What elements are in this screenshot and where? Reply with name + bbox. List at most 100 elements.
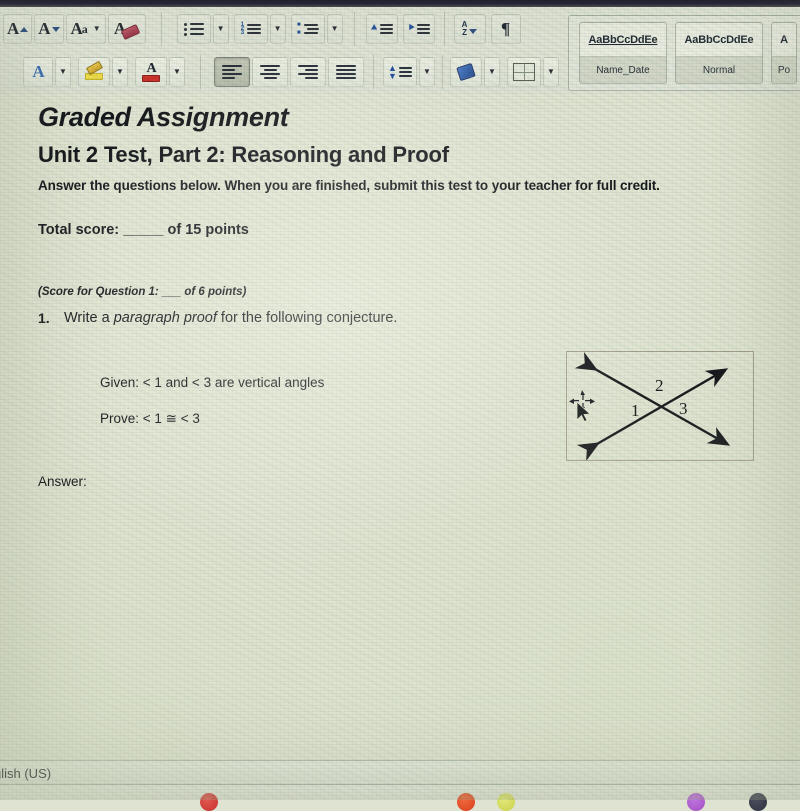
font-group-bottom: A ▼ ▼ A ▼ <box>22 57 186 87</box>
chevron-down-icon: ▼ <box>173 67 181 76</box>
highlighter-icon <box>85 60 103 80</box>
chevron-down-icon: ▼ <box>488 67 496 76</box>
svg-text:3: 3 <box>679 399 688 418</box>
chevron-down-icon: ▼ <box>116 67 124 76</box>
alignment-group <box>213 57 365 87</box>
total-score-text: Total score: _____ of 15 points <box>38 222 249 238</box>
indent-lines-2 <box>417 24 431 34</box>
align-right-icon <box>298 65 318 79</box>
style-item-po[interactable]: A Po <box>771 22 797 84</box>
style-name: Normal <box>676 56 762 83</box>
numbered-list-icon: 1 2 3 <box>240 22 262 36</box>
shading-borders-group: ▼ ▼ <box>449 57 560 87</box>
indent-group: ⯅ ⯈ <box>365 14 436 44</box>
chevron-down-icon[interactable]: ▼ <box>93 25 101 33</box>
svg-text:1: 1 <box>631 401 640 420</box>
triangle-down-icon <box>51 26 60 32</box>
sort-button[interactable]: A Z <box>453 14 486 44</box>
line-spacing-button[interactable]: ▲ ▼ <box>383 57 417 87</box>
clear-formatting-button[interactable]: A <box>107 14 146 44</box>
shading-button[interactable] <box>450 57 482 87</box>
multilevel-list-dropdown[interactable]: ▼ <box>326 14 343 44</box>
ribbon-divider-6 <box>442 55 443 89</box>
grow-font-button[interactable]: A <box>3 14 33 44</box>
ribbon: A A Aa ▼ A ▼ 1 2 3 ▼ ■ ■ ▼ ⯅ ⯈ A Z ¶ A ▼… <box>0 6 800 94</box>
align-center-button[interactable] <box>252 57 288 87</box>
text-effects-button[interactable]: A <box>23 57 53 87</box>
triangle-up-icon <box>20 26 29 32</box>
status-bar: glish (US) <box>0 760 800 785</box>
chevron-down-icon: ▼ <box>547 67 555 76</box>
ribbon-divider-4 <box>200 55 201 89</box>
line-spacing-dropdown[interactable]: ▼ <box>419 57 435 87</box>
spacing-group: ▲ ▼ ▼ <box>382 57 436 87</box>
numbering-button[interactable]: 1 2 3 <box>233 14 268 44</box>
numbering-dropdown[interactable]: ▼ <box>269 14 286 44</box>
app-icon-orange-red[interactable] <box>457 793 475 811</box>
styles-gallery: AaBbCcDdEe Name_Date AaBbCcDdEe Normal A… <box>568 15 800 91</box>
chevron-down-icon: ▼ <box>216 24 225 33</box>
change-case-button[interactable]: Aa ▼ <box>65 14 106 44</box>
screen-photo: A A Aa ▼ A ▼ 1 2 3 ▼ ■ ■ ▼ ⯅ ⯈ A Z ¶ A ▼… <box>0 0 800 811</box>
multilevel-list-icon: ■ ■ <box>297 22 319 36</box>
ribbon-divider-5 <box>373 55 374 89</box>
line-spacing-icon: ▲ ▼ <box>388 63 397 81</box>
app-icon-purple[interactable] <box>687 793 705 811</box>
style-item-name-date[interactable]: AaBbCcDdEe Name_Date <box>579 22 667 84</box>
document-canvas[interactable]: Graded Assignment Unit 2 Test, Part 2: R… <box>0 94 800 760</box>
given-statement: Given: < 1 and < 3 are vertical angles <box>100 375 325 390</box>
style-name: Name_Date <box>580 56 666 83</box>
svg-text:2: 2 <box>655 376 664 395</box>
question-text: Write a paragraph proof for the followin… <box>64 310 397 326</box>
sort-az-icon: A Z <box>461 20 468 37</box>
borders-icon <box>513 63 535 81</box>
font-color-dropdown[interactable]: ▼ <box>169 57 185 87</box>
style-sample: AaBbCcDdEe <box>588 33 658 46</box>
show-formatting-marks-button[interactable]: ¶ <box>490 14 521 44</box>
grow-font-icon: A <box>7 19 19 38</box>
app-icon-red[interactable] <box>200 793 218 811</box>
borders-button[interactable] <box>507 57 541 87</box>
change-case-icon: A <box>70 19 82 38</box>
font-color-button[interactable]: A <box>135 57 167 87</box>
bullets-dropdown[interactable]: ▼ <box>212 14 229 44</box>
chevron-down-icon: ▼ <box>273 24 282 33</box>
justify-icon <box>336 65 356 79</box>
question-text-italic: paragraph proof <box>113 310 217 326</box>
page-title: Graded Assignment <box>38 102 289 132</box>
increase-indent-button[interactable]: ⯈ <box>402 14 435 44</box>
shrink-font-button[interactable]: A <box>34 14 64 44</box>
question-text-before: Write a <box>64 310 114 326</box>
align-left-button[interactable] <box>214 57 250 87</box>
style-item-normal[interactable]: AaBbCcDdEe Normal <box>675 22 763 84</box>
language-status[interactable]: glish (US) <box>0 766 51 781</box>
justify-button[interactable] <box>328 57 364 87</box>
align-right-button[interactable] <box>290 57 326 87</box>
text-highlight-color-button[interactable] <box>78 57 110 87</box>
style-sample: AaBbCcDdEe <box>684 33 754 46</box>
shading-dropdown[interactable]: ▼ <box>484 57 500 87</box>
change-case-icon-small: a <box>81 21 88 36</box>
highlight-color-dropdown[interactable]: ▼ <box>112 57 128 87</box>
text-effects-dropdown[interactable]: ▼ <box>55 57 71 87</box>
borders-dropdown[interactable]: ▼ <box>543 57 559 87</box>
ribbon-divider-2 <box>353 12 355 46</box>
ribbon-row-bottom: A ▼ ▼ A ▼ ▲ ▼ ▼ ▼ ▼ <box>22 50 560 94</box>
ribbon-divider <box>160 12 162 46</box>
decrease-indent-button[interactable]: ⯅ <box>365 14 398 44</box>
page-subtitle: Unit 2 Test, Part 2: Reasoning and Proof <box>38 142 449 167</box>
app-icon-yellow[interactable] <box>497 793 515 811</box>
chevron-down-icon: ▼ <box>59 67 67 76</box>
taskbar <box>0 784 800 811</box>
answer-label: Answer: <box>38 474 87 489</box>
app-icon-dark[interactable] <box>749 793 767 811</box>
ribbon-row-top: A A Aa ▼ A ▼ 1 2 3 ▼ ■ ■ ▼ ⯅ ⯈ A Z ¶ <box>2 7 522 51</box>
question-score-note: (Score for Question 1: ___ of 6 points) <box>38 286 247 298</box>
multilevel-list-button[interactable]: ■ ■ <box>290 14 325 44</box>
style-sample: A <box>780 33 788 46</box>
bullets-button[interactable] <box>176 14 211 44</box>
move-cursor <box>569 390 595 422</box>
increase-indent-icon: ⯈ <box>407 23 416 34</box>
font-group-top: A A Aa ▼ A <box>2 14 147 44</box>
instructions-text: Answer the questions below. When you are… <box>38 178 660 193</box>
